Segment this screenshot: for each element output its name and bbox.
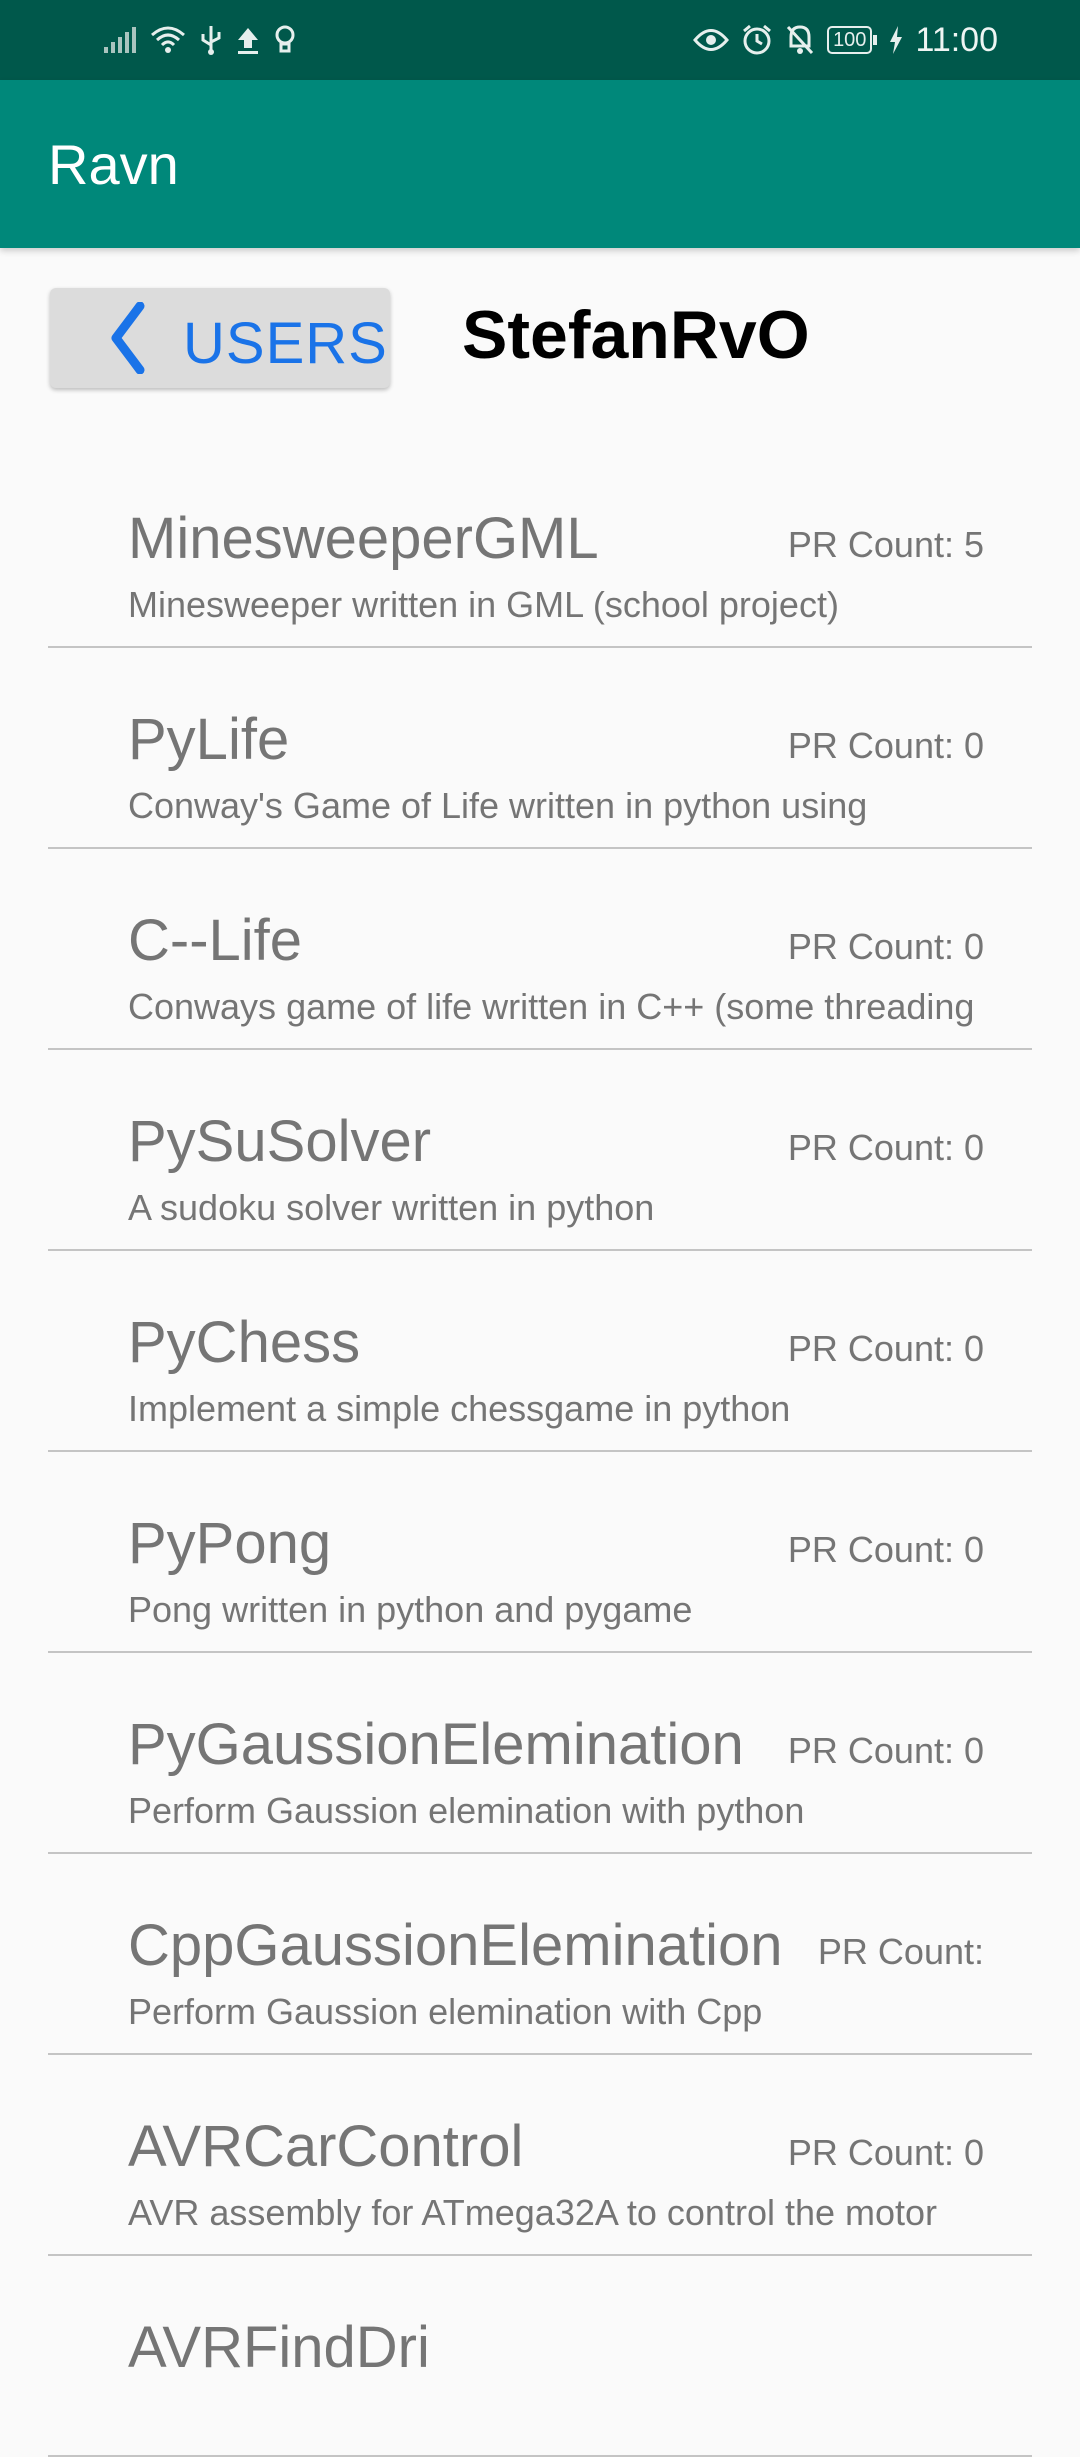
repo-description: Implement a simple chessgame in python xyxy=(128,1388,791,1429)
page-title: StefanRvO xyxy=(462,297,810,373)
pr-count: PR Count: 0 xyxy=(771,725,984,767)
back-to-users-button[interactable]: USERS xyxy=(50,288,390,388)
pr-count: PR Count: 5 xyxy=(771,524,984,566)
pr-count: PR Count: xyxy=(801,1931,984,1973)
repo-name: MinesweeperGML xyxy=(128,506,599,571)
repo-name: CppGaussionElemination xyxy=(128,1913,783,1978)
eye-icon xyxy=(693,27,730,53)
status-icons-right: 100 11:00 xyxy=(693,18,998,62)
wifi-icon xyxy=(150,25,186,55)
list-item[interactable]: MinesweeperGML PR Count: 5 Minesweeper w… xyxy=(48,447,1032,648)
alarm-icon xyxy=(741,24,773,56)
list-item[interactable]: PySuSolver PR Count: 0 A sudoku solver w… xyxy=(48,1050,1032,1251)
repo-name: PyGaussionElemination xyxy=(128,1712,744,1777)
repo-list: MinesweeperGML PR Count: 5 Minesweeper w… xyxy=(48,447,1032,2457)
app-title: Ravn xyxy=(48,133,179,196)
repo-name: PySuSolver xyxy=(128,1109,432,1174)
usb-icon xyxy=(200,24,222,56)
list-item[interactable]: C--Life PR Count: 0 Conways game of life… xyxy=(48,849,1032,1050)
repo-name: AVRCarControl xyxy=(128,2114,524,2179)
pr-count: PR Count: 0 xyxy=(771,926,984,968)
list-item[interactable]: AVRCarControl PR Count: 0 AVR assembly f… xyxy=(48,2055,1032,2256)
repo-description: Perform Gaussion elemination with python xyxy=(128,1790,805,1831)
repo-description: AVR assembly for ATmega32A to control th… xyxy=(128,2192,938,2233)
pr-count: PR Count: 0 xyxy=(771,1328,984,1370)
battery-level: 100 xyxy=(827,26,873,54)
status-bar: 100 11:00 xyxy=(0,0,1080,80)
status-time: 11:00 xyxy=(915,20,998,59)
bulb-icon xyxy=(274,25,296,55)
status-icons-left xyxy=(104,18,296,62)
repo-name: PyPong xyxy=(128,1511,332,1576)
repo-name: AVRFindDri xyxy=(128,2315,430,2380)
repo-description: Perform Gaussion elemination with Cpp xyxy=(128,1991,763,2032)
repo-description: Minesweeper written in GML (school proje… xyxy=(128,584,839,625)
repo-description: Pong written in python and pygame xyxy=(128,1589,693,1630)
charging-icon xyxy=(889,26,903,54)
chevron-left-icon xyxy=(106,301,150,379)
pr-count: PR Count: 0 xyxy=(771,1730,984,1772)
pr-count: PR Count: 0 xyxy=(771,1529,984,1571)
repo-name: C--Life xyxy=(128,908,303,973)
pr-count: PR Count: 0 xyxy=(771,2132,984,2174)
battery-icon: 100 xyxy=(827,26,878,54)
notifications-off-icon xyxy=(785,24,815,56)
list-item[interactable]: PyLife PR Count: 0 Conway's Game of Life… xyxy=(48,648,1032,849)
list-item[interactable]: PyGaussionElemination PR Count: 0 Perfor… xyxy=(48,1653,1032,1854)
list-item[interactable]: PyPong PR Count: 0 Pong written in pytho… xyxy=(48,1452,1032,1653)
back-button-label: USERS xyxy=(183,311,388,376)
app-bar: Ravn xyxy=(0,80,1080,248)
list-item[interactable]: AVRFindDri xyxy=(48,2256,1032,2457)
signal-icon xyxy=(104,27,136,53)
repo-description: Conways game of life written in C++ (som… xyxy=(128,986,975,1027)
list-item[interactable]: PyChess PR Count: 0 Implement a simple c… xyxy=(48,1251,1032,1452)
repo-description: A sudoku solver written in python xyxy=(128,1187,655,1228)
list-item[interactable]: CppGaussionElemination PR Count: Perform… xyxy=(48,1854,1032,2055)
repo-name: PyChess xyxy=(128,1310,361,1375)
repo-name: PyLife xyxy=(128,707,290,772)
pr-count: PR Count: 0 xyxy=(771,1127,984,1169)
repo-description: Conway's Game of Life written in python … xyxy=(128,785,868,826)
upload-icon xyxy=(236,26,260,54)
